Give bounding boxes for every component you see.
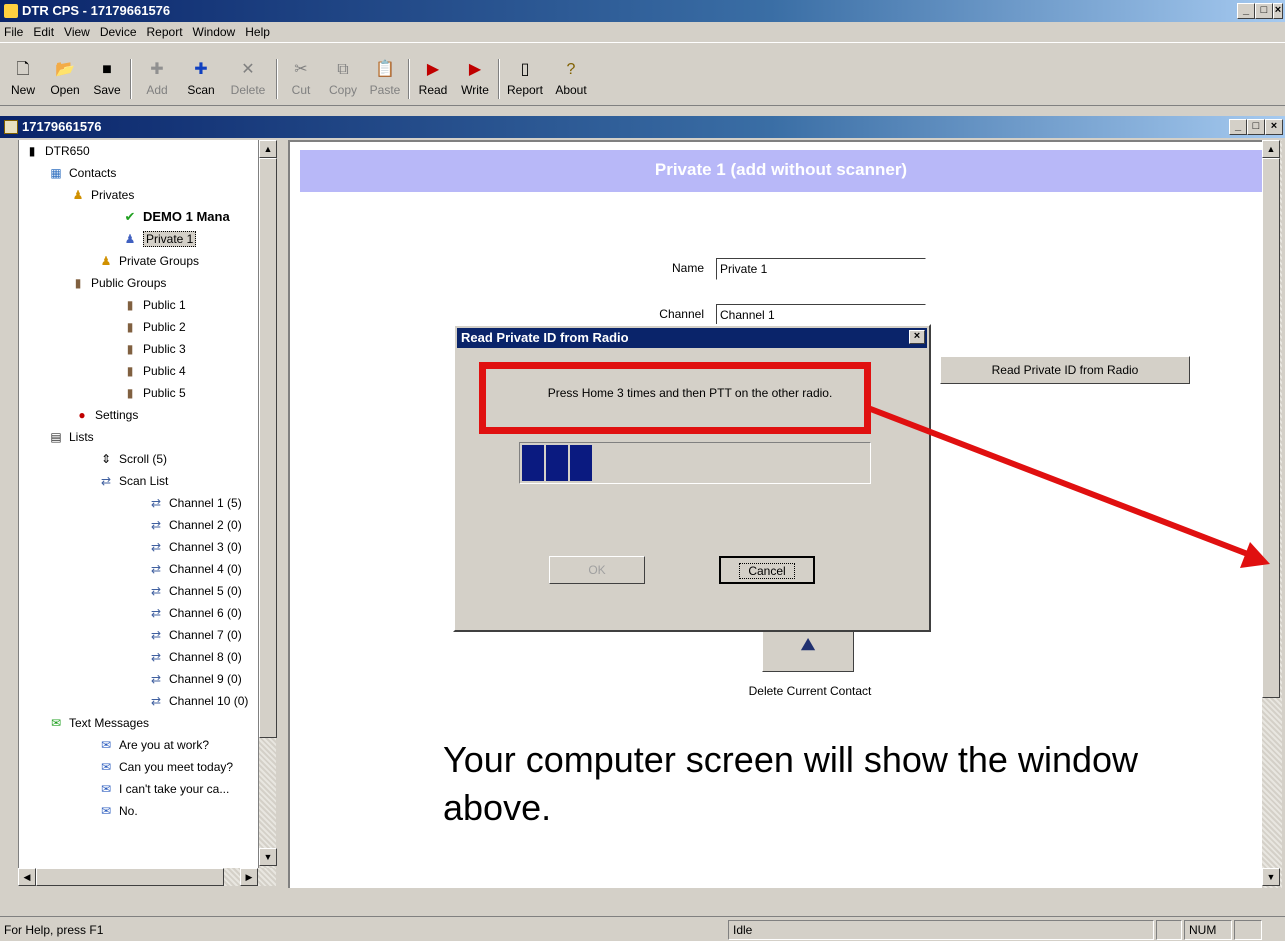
arrow-line bbox=[866, 405, 1260, 561]
status-empty bbox=[1156, 920, 1182, 940]
status-help: For Help, press F1 bbox=[4, 923, 104, 937]
status-num: NUM bbox=[1184, 920, 1232, 940]
caption-text: Your computer screen will show the windo… bbox=[443, 739, 1139, 828]
status-scroll bbox=[1234, 920, 1262, 940]
status-bar: For Help, press F1 Idle NUM bbox=[0, 916, 1285, 941]
status-state: Idle bbox=[728, 920, 1154, 940]
